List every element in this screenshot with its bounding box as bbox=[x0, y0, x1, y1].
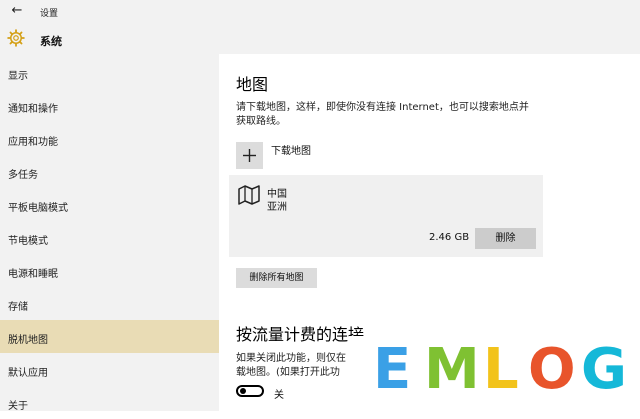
page-header: 系统 bbox=[0, 24, 640, 54]
sidebar-item-offline-maps[interactable]: 脱机地图 bbox=[0, 320, 219, 353]
sidebar-item-label: 多任务 bbox=[8, 170, 38, 181]
sidebar-item-about[interactable]: 关于 bbox=[0, 386, 219, 419]
sidebar-item-display[interactable]: 显示 bbox=[0, 56, 219, 89]
maps-description-line1: 请下载地图，这样，即使你没有连接 Internet，也可以搜索地点并 bbox=[236, 102, 529, 113]
title-bar: ← 设置 bbox=[0, 0, 640, 24]
sidebar-item-label: 显示 bbox=[8, 71, 28, 82]
sidebar-item-default-apps[interactable]: 默认应用 bbox=[0, 353, 219, 386]
sidebar-item-label: 默认应用 bbox=[8, 368, 48, 379]
watermark-letter: M bbox=[424, 337, 480, 402]
metered-description-line2: 载地图。(如果打开此功 bbox=[236, 367, 340, 378]
download-maps-button[interactable] bbox=[236, 142, 263, 169]
sidebar-item-label: 节电模式 bbox=[8, 236, 48, 247]
toggle-state-label: 关 bbox=[274, 390, 284, 401]
metered-heading: 按流量计费的连接 bbox=[236, 325, 365, 344]
sidebar-item-label: 通知和操作 bbox=[8, 104, 58, 115]
sidebar-item-label: 脱机地图 bbox=[8, 335, 48, 346]
sidebar-item-label: 关于 bbox=[8, 401, 28, 412]
sidebar-item-label: 平板电脑模式 bbox=[8, 203, 68, 214]
sidebar-item-battery-saver[interactable]: 节电模式 bbox=[0, 221, 219, 254]
toggle-knob bbox=[240, 388, 246, 394]
watermark-letter: G bbox=[581, 337, 627, 402]
maps-description-line2: 获取路线。 bbox=[236, 116, 286, 127]
map-icon bbox=[238, 185, 260, 205]
sidebar-item-label: 电源和睡眠 bbox=[8, 269, 58, 280]
sidebar: 显示 通知和操作 应用和功能 多任务 平板电脑模式 节电模式 电源和睡眠 存储 … bbox=[0, 54, 219, 412]
back-arrow-icon[interactable]: ← bbox=[9, 3, 25, 19]
emlog-watermark: E M L O G bbox=[349, 336, 640, 411]
sidebar-item-multitasking[interactable]: 多任务 bbox=[0, 155, 219, 188]
map-region-continent: 亚洲 bbox=[267, 202, 287, 213]
sidebar-item-notifications[interactable]: 通知和操作 bbox=[0, 89, 219, 122]
download-maps-label[interactable]: 下载地图 bbox=[271, 142, 311, 157]
delete-map-button[interactable]: 删除 bbox=[475, 228, 536, 249]
metered-description-line1: 如果关闭此功能，则仅在 bbox=[236, 353, 346, 364]
window-title: 设置 bbox=[40, 9, 59, 19]
maps-heading: 地图 bbox=[236, 75, 269, 94]
sidebar-item-storage[interactable]: 存储 bbox=[0, 287, 219, 320]
delete-all-maps-button[interactable]: 删除所有地图 bbox=[236, 268, 317, 288]
gear-icon bbox=[7, 29, 25, 47]
watermark-letter: O bbox=[528, 337, 576, 402]
sidebar-item-apps[interactable]: 应用和功能 bbox=[0, 122, 219, 155]
sidebar-item-label: 存储 bbox=[8, 302, 28, 313]
header-title: 系统 bbox=[40, 35, 62, 48]
metered-toggle[interactable] bbox=[236, 385, 264, 397]
sidebar-item-power-sleep[interactable]: 电源和睡眠 bbox=[0, 254, 219, 287]
map-size: 2.46 GB bbox=[429, 232, 470, 243]
downloaded-map-card[interactable]: 中国 亚洲 2.46 GB 删除 bbox=[229, 175, 543, 257]
sidebar-item-label: 应用和功能 bbox=[8, 137, 58, 148]
watermark-letter: L bbox=[483, 337, 519, 402]
watermark-letter: E bbox=[373, 337, 412, 402]
plus-icon bbox=[243, 149, 256, 162]
sidebar-item-tablet-mode[interactable]: 平板电脑模式 bbox=[0, 188, 219, 221]
